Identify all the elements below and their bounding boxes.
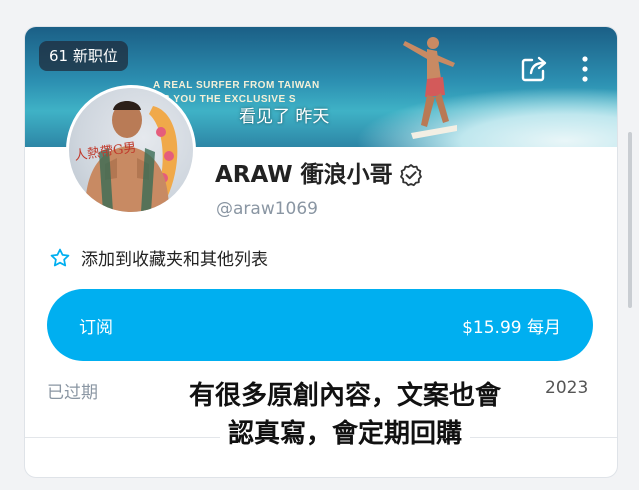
wave-image	[355, 87, 617, 147]
caption-overlay: 有很多原創內容，文案也會 認真寫，會定期回購	[125, 377, 565, 453]
surfer-image	[403, 37, 457, 139]
caption-line1: 有很多原創內容，文案也會	[180, 381, 509, 411]
share-icon[interactable]	[519, 54, 549, 84]
scrollbar[interactable]	[628, 132, 632, 308]
verified-icon	[399, 164, 422, 187]
profile-handle[interactable]: @araw1069	[216, 199, 318, 219]
more-vertical-icon[interactable]	[578, 54, 592, 84]
expired-status: 已过期	[47, 383, 98, 403]
new-posts-badge[interactable]: 61 新职位	[39, 41, 128, 71]
banner-image-text-line1: A REAL SURFER FROM TAIWAN	[153, 80, 320, 91]
add-to-favorites-label: 添加到收藏夹和其他列表	[81, 250, 268, 270]
subscribe-price: $15.99 每月	[462, 317, 561, 338]
subscribe-label: 订阅	[79, 317, 113, 338]
profile-name-text: ARAW 衝浪小哥	[215, 162, 393, 188]
profile-name[interactable]: ARAW 衝浪小哥	[215, 160, 423, 190]
star-outline-icon	[50, 248, 70, 266]
subscribe-button[interactable]: 订阅 $15.99 每月	[47, 289, 593, 361]
seen-status-text: 看见了 昨天	[239, 107, 330, 127]
creator-card: 61 新职位 A REAL SURFER FROM TAIWAN WS YOU …	[24, 26, 618, 478]
add-to-favorites-button[interactable]: 添加到收藏夹和其他列表	[49, 245, 268, 270]
avatar[interactable]: 人熱帶G男	[66, 85, 196, 215]
avatar-image: 人熱帶G男	[73, 101, 178, 212]
caption-line2: 認真寫，會定期回購	[219, 419, 470, 449]
